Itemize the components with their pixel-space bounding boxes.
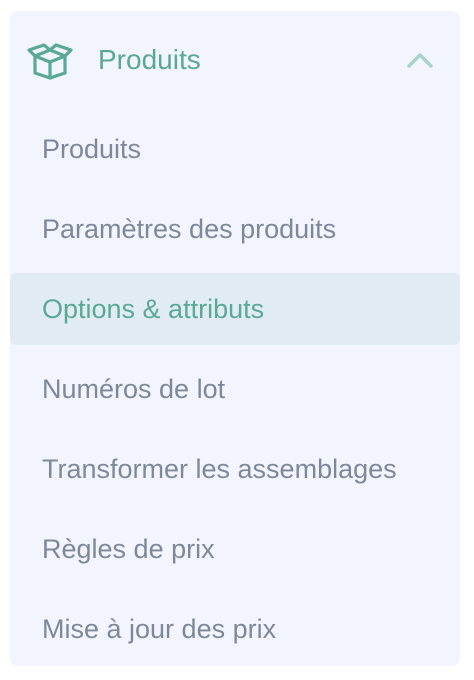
submenu-item-produits[interactable]: Produits: [10, 113, 460, 185]
submenu-item-mise-a-jour-des-prix[interactable]: Mise à jour des prix: [10, 593, 460, 665]
submenu-item-options-attributs[interactable]: Options & attributs: [10, 273, 460, 345]
submenu-item-label: Transformer les assemblages: [42, 454, 397, 484]
submenu-item-label: Numéros de lot: [42, 374, 226, 404]
chevron-up-icon[interactable]: [406, 49, 434, 71]
sidebar-products-panel: Produits Produits Paramètres des produit…: [10, 11, 460, 666]
submenu-item-label: Mise à jour des prix: [42, 614, 277, 644]
submenu-item-regles-de-prix[interactable]: Règles de prix: [10, 513, 460, 585]
submenu-item-label: Options & attributs: [42, 294, 265, 324]
submenu-item-label: Produits: [42, 134, 142, 164]
products-submenu: Produits Paramètres des produits Options…: [10, 113, 460, 666]
section-title: Produits: [98, 44, 201, 75]
submenu-item-parametres-des-produits[interactable]: Paramètres des produits: [10, 193, 460, 265]
submenu-item-label: Paramètres des produits: [42, 214, 337, 244]
submenu-item-numeros-de-lot[interactable]: Numéros de lot: [10, 353, 460, 425]
products-section-header[interactable]: Produits: [10, 11, 460, 107]
submenu-item-label: Règles de prix: [42, 534, 215, 564]
submenu-item-transformer-les-assemblages[interactable]: Transformer les assemblages: [10, 433, 460, 505]
box-icon: [27, 43, 73, 80]
